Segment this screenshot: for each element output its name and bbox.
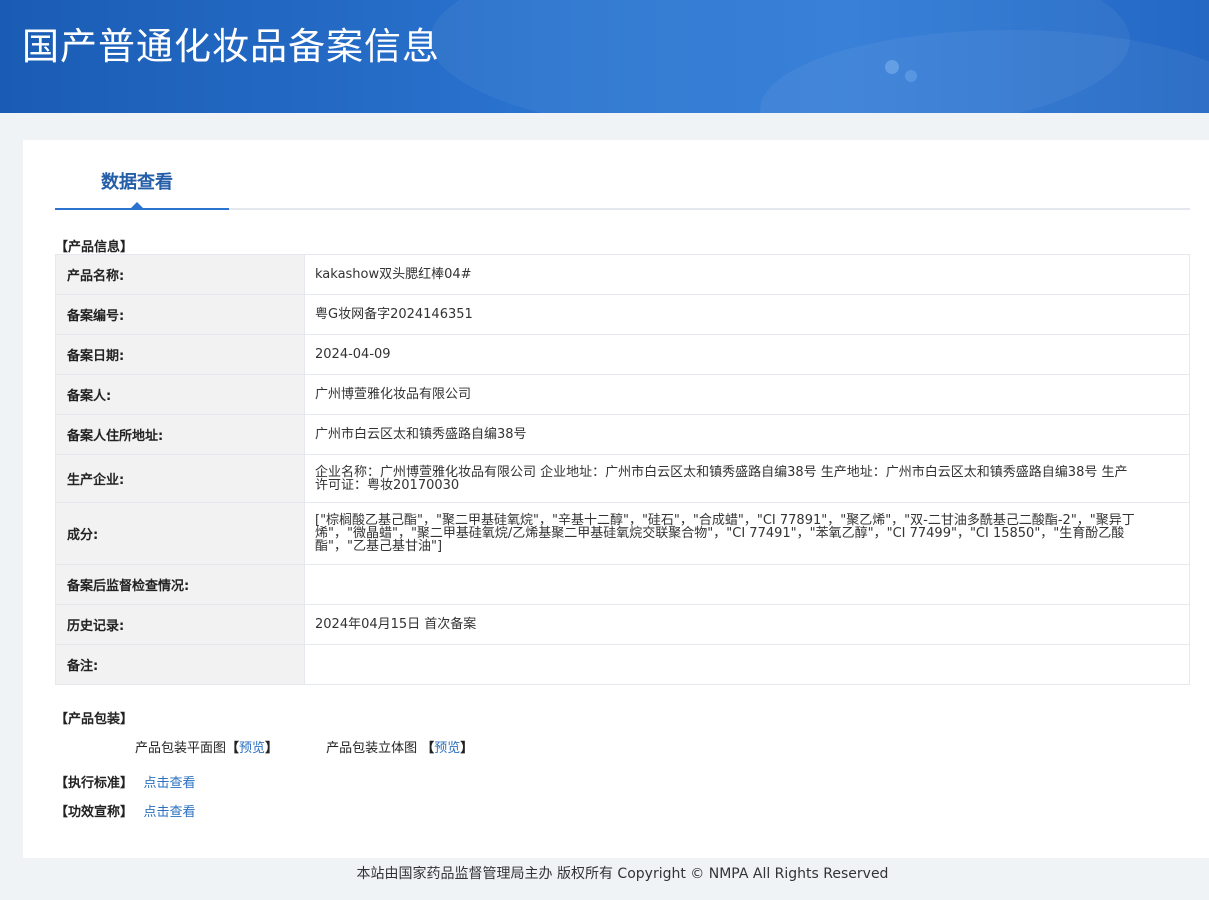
row-label: 备案人: — [55, 374, 305, 415]
row-value: 2024年04月15日 首次备案 — [304, 604, 1190, 645]
table-row: 备注: — [55, 644, 1190, 685]
bracket: 【 — [421, 741, 435, 756]
row-value: 企业名称：广州博萱雅化妆品有限公司 企业地址：广州市白云区太和镇秀盛路自编38号… — [304, 454, 1190, 503]
row-label: 产品名称: — [55, 254, 305, 295]
tab-bar: 数据查看 — [55, 140, 1190, 210]
row-label: 生产企业: — [55, 454, 305, 503]
header-banner: 国产普通化妆品备案信息 — [0, 0, 1209, 113]
tab-label: 数据查看 — [101, 172, 173, 193]
efficacy-row: 【功效宣称】 点击查看 — [55, 801, 196, 820]
solid-image-label: 产品包装立体图 — [326, 741, 418, 756]
table-row: 历史记录: 2024年04月15日 首次备案 — [55, 604, 1190, 645]
table-row: 备案人: 广州博萱雅化妆品有限公司 — [55, 374, 1190, 415]
row-value: 2024-04-09 — [304, 334, 1190, 375]
table-row: 成分: ["棕榈酸乙基己酯"，"聚二甲基硅氧烷"，"辛基十二醇"，"硅石"，"合… — [55, 502, 1190, 565]
section-title-standard: 【执行标准】 — [55, 776, 134, 791]
row-value — [304, 644, 1190, 685]
bracket: 【 — [226, 741, 240, 756]
row-value: 粤G妆网备字2024146351 — [304, 294, 1190, 335]
banner-dot — [885, 60, 899, 74]
standard-row: 【执行标准】 点击查看 — [55, 772, 196, 791]
tab-data-view[interactable]: 数据查看 — [55, 140, 229, 210]
efficacy-view-link[interactable]: 点击查看 — [144, 805, 196, 820]
product-info-table: 产品名称: kakashow双头腮红棒04# 备案编号: 粤G妆网备字20241… — [55, 254, 1190, 685]
section-title-efficacy: 【功效宣称】 — [55, 805, 134, 820]
tab-active-caret-icon — [130, 202, 144, 209]
row-label: 成分: — [55, 502, 305, 565]
row-value: 广州市白云区太和镇秀盛路自编38号 — [304, 414, 1190, 455]
row-value: ["棕榈酸乙基己酯"，"聚二甲基硅氧烷"，"辛基十二醇"，"硅石"，"合成蜡"，… — [304, 502, 1190, 565]
flat-image-preview-link[interactable]: 预览 — [239, 741, 265, 756]
row-value: kakashow双头腮红棒04# — [304, 254, 1190, 295]
flat-image-label: 产品包装平面图 — [135, 741, 227, 756]
table-row: 备案人住所地址: 广州市白云区太和镇秀盛路自编38号 — [55, 414, 1190, 455]
row-label: 备案人住所地址: — [55, 414, 305, 455]
row-label: 备案日期: — [55, 334, 305, 375]
table-row: 备案日期: 2024-04-09 — [55, 334, 1190, 375]
table-row: 备案编号: 粤G妆网备字2024146351 — [55, 294, 1190, 335]
bracket: 】 — [265, 741, 279, 756]
page-title: 国产普通化妆品备案信息 — [22, 25, 440, 68]
row-label: 备案后监督检查情况: — [55, 564, 305, 605]
table-row: 备案后监督检查情况: — [55, 564, 1190, 605]
row-value: 广州博萱雅化妆品有限公司 — [304, 374, 1190, 415]
solid-image-preview-link[interactable]: 预览 — [434, 741, 460, 756]
banner-dot — [905, 70, 917, 82]
table-row: 生产企业: 企业名称：广州博萱雅化妆品有限公司 企业地址：广州市白云区太和镇秀盛… — [55, 454, 1190, 503]
packaging-links: 产品包装平面图【预览】 产品包装立体图 【预览】 — [135, 737, 473, 756]
row-label: 备案编号: — [55, 294, 305, 335]
bracket: 】 — [460, 741, 474, 756]
row-label: 历史记录: — [55, 604, 305, 645]
section-title-product-info: 【产品信息】 — [55, 240, 134, 255]
row-value — [304, 564, 1190, 605]
content-panel: 数据查看 【产品信息】 产品名称: kakashow双头腮红棒04# 备案编号:… — [23, 140, 1209, 858]
footer-copyright: 本站由国家药品监督管理局主办 版权所有 Copyright © NMPA All… — [356, 866, 889, 882]
section-title-packaging: 【产品包装】 — [55, 712, 134, 727]
row-label: 备注: — [55, 644, 305, 685]
standard-view-link[interactable]: 点击查看 — [144, 776, 196, 791]
table-row: 产品名称: kakashow双头腮红棒04# — [55, 254, 1190, 295]
